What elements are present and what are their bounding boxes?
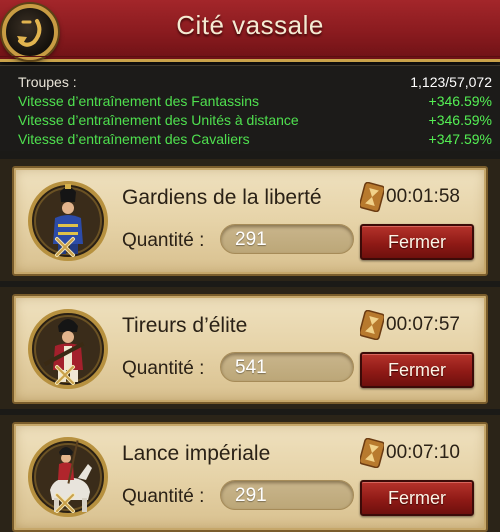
timer-text: 00:07:10 xyxy=(386,442,460,463)
rank-x-icon xyxy=(55,493,75,513)
quantity-field[interactable]: 541 xyxy=(220,352,354,382)
stat-label: Vitesse d’entraînement des Cavaliers xyxy=(18,131,250,147)
unit-portrait xyxy=(28,434,108,520)
quantity-field[interactable]: 291 xyxy=(220,480,354,510)
stat-label: Vitesse d’entraînement des Unités à dist… xyxy=(18,112,299,128)
quantity-field[interactable]: 291 xyxy=(220,224,354,254)
timer-text: 00:07:57 xyxy=(386,314,460,335)
close-button[interactable]: Fermer xyxy=(360,352,474,388)
stat-row-troops: Troupes : 1,123/57,072 xyxy=(18,74,492,92)
stat-label: Troupes : xyxy=(18,74,77,90)
timer-text: 00:01:58 xyxy=(386,186,460,207)
quantity-value: 291 xyxy=(235,229,267,250)
hourglass-icon xyxy=(360,438,384,468)
unit-card-panel: Gardiens de la liberté 00:01:58 Quantité… xyxy=(12,166,488,276)
quantity-value: 291 xyxy=(235,485,267,506)
stat-row-ranged-speed: Vitesse d’entraînement des Unités à dist… xyxy=(18,112,492,130)
unit-card: Gardiens de la liberté 00:01:58 Quantité… xyxy=(0,159,500,281)
unit-portrait xyxy=(28,178,108,264)
stats-panel: Troupes : 1,123/57,072 Vitesse d’entraîn… xyxy=(0,65,500,151)
unit-card: Lance impériale 00:07:10 Quantité : 291 … xyxy=(0,415,500,532)
quantity-label: Quantité : xyxy=(122,358,205,379)
stat-row-cavalry-speed: Vitesse d’entraînement des Cavaliers +34… xyxy=(18,131,492,149)
unit-name: Tireurs d’élite xyxy=(122,314,248,337)
hourglass-icon xyxy=(360,310,384,340)
rank-x-icon xyxy=(55,365,75,385)
stat-value: 1,123/57,072 xyxy=(410,74,492,90)
stat-value: +346.59% xyxy=(428,93,492,109)
unit-card: Tireurs d’élite 00:07:57 Quantité : 541 … xyxy=(0,287,500,409)
unit-card-panel: Lance impériale 00:07:10 Quantité : 291 … xyxy=(12,422,488,532)
quantity-label: Quantité : xyxy=(122,230,205,251)
unit-card-panel: Tireurs d’élite 00:07:57 Quantité : 541 … xyxy=(12,294,488,404)
rank-x-icon xyxy=(55,237,75,257)
close-button[interactable]: Fermer xyxy=(360,224,474,260)
quantity-label: Quantité : xyxy=(122,486,205,507)
hourglass-icon xyxy=(360,182,384,212)
header-bar: Cité vassale xyxy=(0,0,500,62)
stat-row-infantry-speed: Vitesse d’entraînement des Fantassins +3… xyxy=(18,93,492,111)
stat-label: Vitesse d’entraînement des Fantassins xyxy=(18,93,259,109)
stat-value: +347.59% xyxy=(428,131,492,147)
close-button[interactable]: Fermer xyxy=(360,480,474,516)
unit-name: Lance impériale xyxy=(122,442,271,465)
stat-value: +346.59% xyxy=(428,112,492,128)
quantity-value: 541 xyxy=(235,357,267,378)
page-title: Cité vassale xyxy=(176,10,324,40)
unit-portrait xyxy=(28,306,108,392)
unit-name: Gardiens de la liberté xyxy=(122,186,322,209)
